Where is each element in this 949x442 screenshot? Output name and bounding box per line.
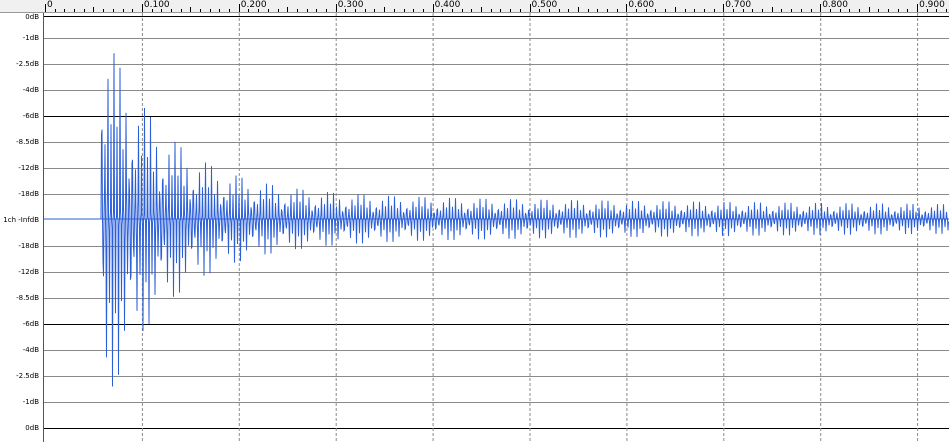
time-ruler-minor-tick <box>54 9 56 12</box>
time-ruler[interactable]: 0 0.100 0.200 0.300 0.400 0.500 0.600 0.700 0.80… <box>0 0 949 13</box>
time-ruler-minor-tick <box>907 9 909 12</box>
time-ruler-minor-tick <box>170 9 172 12</box>
time-ruler-minor-tick <box>878 9 880 12</box>
time-ruler-minor-tick <box>858 9 860 12</box>
time-ruler-minor-tick <box>762 9 764 12</box>
time-ruler-minor-tick <box>374 9 376 12</box>
time-ruler-minor-tick <box>180 9 182 12</box>
time-ruler-minor-tick <box>200 9 202 12</box>
amplitude-label: 1ch -InfdB <box>3 216 39 224</box>
time-ruler-minor-tick <box>296 9 298 12</box>
waveform-channel-1[interactable] <box>44 53 949 387</box>
time-ruler-minor-tick <box>83 9 85 12</box>
time-ruler-minor-tick <box>229 9 231 12</box>
time-ruler-minor-tick <box>868 7 870 12</box>
time-ruler-label: 0.300 <box>337 0 364 10</box>
time-ruler-label: 0.900 <box>919 0 945 10</box>
time-ruler-minor-tick <box>587 9 589 12</box>
time-ruler-minor-tick <box>490 9 492 12</box>
time-ruler-minor-tick <box>64 9 66 12</box>
time-ruler-minor-tick <box>510 9 512 12</box>
time-ruler-minor-tick <box>306 9 308 12</box>
time-ruler-minor-tick <box>471 9 473 12</box>
time-ruler-minor-tick <box>364 9 366 12</box>
amplitude-label: -4dB <box>22 86 39 94</box>
time-ruler-minor-tick <box>694 9 696 12</box>
amplitude-label: 0dB <box>25 13 39 21</box>
time-ruler-minor-tick <box>800 9 802 12</box>
amplitude-label: -18dB <box>18 242 39 250</box>
time-ruler-label: 0.100 <box>143 0 170 10</box>
time-ruler-minor-tick <box>616 9 618 12</box>
time-ruler-minor-tick <box>103 9 105 12</box>
time-ruler-minor-tick <box>219 9 221 12</box>
time-ruler-minor-tick <box>122 9 124 12</box>
time-ruler-minor-tick <box>132 9 134 12</box>
time-ruler-minor-tick <box>519 9 521 12</box>
time-ruler-minor-tick <box>74 9 76 12</box>
time-ruler-minor-tick <box>791 9 793 12</box>
time-ruler-minor-tick <box>190 7 192 12</box>
time-ruler-minor-tick <box>403 9 405 12</box>
time-ruler-minor-tick <box>393 9 395 12</box>
waveform-view[interactable] <box>44 13 949 442</box>
time-ruler-minor-tick <box>897 9 899 12</box>
time-ruler-label: 0.700 <box>725 0 752 10</box>
amplitude-label: -8.5dB <box>16 138 39 146</box>
time-ruler-minor-tick <box>422 9 424 12</box>
time-ruler-minor-tick <box>771 7 773 12</box>
time-ruler-minor-tick <box>461 9 463 12</box>
time-ruler-label: 0.500 <box>531 0 558 10</box>
amplitude-label: -6dB <box>22 320 39 328</box>
time-ruler-minor-tick <box>674 7 676 12</box>
amplitude-label: -8.5dB <box>16 294 39 302</box>
time-ruler-minor-tick <box>752 9 754 12</box>
amplitude-label: -1dB <box>22 398 39 406</box>
time-ruler-minor-tick <box>277 9 279 12</box>
waveform-canvas[interactable] <box>44 13 949 442</box>
time-ruler-minor-tick <box>287 7 289 12</box>
time-ruler-minor-tick <box>684 9 686 12</box>
time-ruler-minor-tick <box>713 9 715 12</box>
amplitude-label: -4dB <box>22 346 39 354</box>
amplitude-ruler: 0dB -1dB -2.5dB -4dB -6dB -8.5dB -12dB -18dB 1ch… <box>0 13 44 442</box>
time-ruler-minor-tick <box>316 9 318 12</box>
amplitude-label: -12dB <box>18 164 39 172</box>
time-ruler-minor-tick <box>577 7 579 12</box>
time-ruler-label: 0 <box>47 0 53 10</box>
time-ruler-minor-tick <box>112 9 114 12</box>
time-ruler-label: 0.200 <box>240 0 267 10</box>
time-ruler-minor-tick <box>946 9 948 12</box>
time-ruler-minor-tick <box>558 9 560 12</box>
time-ruler-minor-tick <box>888 9 890 12</box>
time-ruler-minor-tick <box>326 9 327 12</box>
time-ruler-minor-tick <box>481 7 483 12</box>
time-ruler-minor-tick <box>607 9 609 12</box>
time-ruler-minor-tick <box>93 7 95 12</box>
time-ruler-minor-tick <box>849 9 851 12</box>
amplitude-label: -6dB <box>22 112 39 120</box>
time-ruler-minor-tick <box>781 9 783 12</box>
time-ruler-minor-tick <box>500 9 502 12</box>
amplitude-label: -18dB <box>18 190 39 198</box>
time-ruler-minor-tick <box>703 9 705 12</box>
time-ruler-minor-tick <box>665 9 667 12</box>
time-ruler-minor-tick <box>655 9 657 12</box>
time-ruler-minor-tick <box>597 9 599 12</box>
amplitude-label: -2.5dB <box>16 60 39 68</box>
time-ruler-label: 0.400 <box>434 0 461 10</box>
time-ruler-minor-tick <box>413 9 415 12</box>
amplitude-label: -1dB <box>22 34 39 42</box>
time-ruler-minor-tick <box>209 9 211 12</box>
time-ruler-minor-tick <box>384 7 386 12</box>
time-ruler-label: 0.800 <box>822 0 848 10</box>
time-ruler-label: 0.600 <box>628 0 655 10</box>
time-ruler-minor-tick <box>810 9 812 12</box>
time-ruler-minor-tick <box>568 9 570 12</box>
amplitude-label: 0dB <box>25 424 39 432</box>
time-ruler-minor-tick <box>267 9 269 12</box>
amplitude-label: -12dB <box>18 268 39 276</box>
waveform-editor: 0 0.100 0.200 0.300 0.400 0.500 0.600 0.700 0.80… <box>0 0 949 442</box>
amplitude-label: -2.5dB <box>16 372 39 380</box>
